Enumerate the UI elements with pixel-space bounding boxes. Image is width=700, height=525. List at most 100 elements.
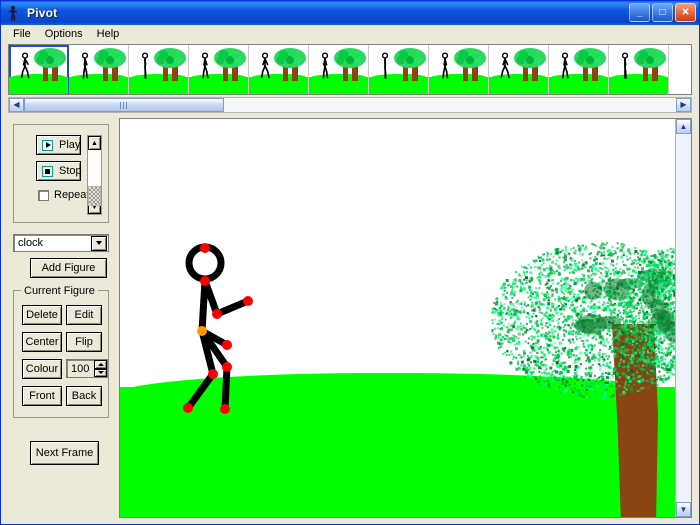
repeat-label: Repeat: [54, 189, 90, 201]
limb-neck-to-hip: [198, 277, 209, 335]
thumb-tree-foliage: [274, 48, 306, 68]
colour-stepper-up[interactable]: [94, 360, 107, 369]
frame-filmstrip[interactable]: [8, 44, 692, 95]
thumb-stick-figure: [141, 52, 149, 79]
thumb-stick-figure: [20, 52, 30, 79]
filmstrip-frame[interactable]: [189, 45, 249, 94]
title-bar: Pivot _ □ ✕: [1, 1, 699, 25]
filmstrip-hscrollbar[interactable]: ◀ ▶: [8, 97, 692, 113]
menu-bar: File Options Help: [2, 25, 698, 43]
filmstrip-frame[interactable]: [549, 45, 609, 94]
next-frame-button[interactable]: Next Frame: [30, 441, 99, 465]
joint-elbow[interactable]: [212, 309, 222, 319]
repeat-checkbox[interactable]: Repeat: [38, 189, 89, 201]
speed-thumb[interactable]: [88, 186, 101, 206]
colour-stepper-arrows[interactable]: [94, 360, 107, 377]
thumb-stick-figure: [260, 52, 270, 79]
filmstrip-frame[interactable]: [489, 45, 549, 94]
joint-head-top[interactable]: [200, 243, 210, 253]
current-figure-group: Current Figure Delete Edit Center Flip C…: [13, 285, 109, 418]
thumb-stick-figure: [381, 52, 389, 79]
close-button[interactable]: ✕: [675, 3, 696, 22]
speed-up-button[interactable]: ▲: [88, 136, 101, 150]
filmstrip-frame[interactable]: [429, 45, 489, 94]
joint-hand-back[interactable]: [222, 340, 232, 350]
stop-icon: [42, 165, 53, 177]
filmstrip-frame[interactable]: [129, 45, 189, 94]
stop-button[interactable]: Stop: [36, 161, 82, 181]
filmstrip-scroll-track[interactable]: [24, 98, 676, 112]
joint-knee-front[interactable]: [222, 362, 232, 372]
canvas-scroll-down-button[interactable]: ▼: [676, 502, 691, 517]
pivot-window: Pivot _ □ ✕ File Options Help ◀ ▶ Play S…: [0, 0, 700, 525]
left-control-panel: Play Stop Repeat ▲ ▼ clock Add Figure Cu…: [8, 118, 111, 518]
thumb-tree-foliage: [154, 48, 186, 68]
chevron-down-icon[interactable]: [91, 235, 107, 251]
colour-button[interactable]: Colour: [22, 359, 62, 379]
thumb-tree-foliage: [574, 48, 606, 68]
joint-foot-front[interactable]: [220, 404, 230, 414]
joint-neck[interactable]: [200, 276, 210, 286]
filmstrip-scroll-right-button[interactable]: ▶: [676, 98, 691, 112]
minimize-button[interactable]: _: [629, 3, 650, 22]
front-button[interactable]: Front: [22, 386, 62, 406]
filmstrip-scroll-left-button[interactable]: ◀: [9, 98, 24, 112]
window-title: Pivot: [27, 6, 58, 20]
speed-track[interactable]: [88, 150, 101, 206]
figure-select-value: clock: [18, 237, 44, 249]
play-label: Play: [59, 139, 81, 151]
stick-figure[interactable]: [120, 119, 676, 517]
play-button[interactable]: Play: [36, 135, 81, 155]
thumb-tree-foliage: [394, 48, 426, 68]
filmstrip-scroll-thumb[interactable]: [24, 98, 224, 112]
flip-button[interactable]: Flip: [66, 332, 102, 352]
filmstrip-frame[interactable]: [609, 45, 669, 94]
window-controls: _ □ ✕: [629, 3, 696, 22]
delete-button[interactable]: Delete: [22, 305, 62, 325]
add-figure-button[interactable]: Add Figure: [30, 258, 107, 278]
thumb-tree-foliage: [214, 48, 246, 68]
menu-help[interactable]: Help: [90, 27, 127, 41]
play-icon: [42, 139, 53, 151]
animation-canvas[interactable]: [120, 119, 676, 517]
back-button[interactable]: Back: [66, 386, 102, 406]
filmstrip-frame[interactable]: [309, 45, 369, 94]
animation-canvas-area: ▲ ▼: [119, 118, 692, 518]
thumb-stick-figure: [441, 52, 449, 79]
thumb-stick-figure: [81, 52, 89, 79]
edit-button[interactable]: Edit: [66, 305, 102, 325]
thumb-tree-foliage: [514, 48, 546, 68]
thumb-stick-figure: [561, 52, 569, 79]
maximize-button[interactable]: □: [652, 3, 673, 22]
canvas-vscrollbar[interactable]: ▲ ▼: [675, 119, 691, 517]
repeat-checkbox-box[interactable]: [38, 189, 49, 201]
filmstrip-frame[interactable]: [69, 45, 129, 94]
colour-stepper-down[interactable]: [94, 368, 107, 377]
thumb-stick-figure: [321, 52, 329, 79]
thumb-tree-foliage: [94, 48, 126, 68]
animation-group: Play Stop Repeat ▲ ▼: [13, 124, 109, 223]
joint-knee-back[interactable]: [208, 369, 218, 379]
thumb-stick-figure: [621, 52, 629, 79]
colour-stepper[interactable]: 100: [66, 359, 108, 378]
menu-options[interactable]: Options: [38, 27, 90, 41]
thumb-tree-foliage: [334, 48, 366, 68]
stickman-icon: [4, 4, 22, 22]
filmstrip-frame[interactable]: [369, 45, 429, 94]
thumb-stick-figure: [201, 52, 209, 79]
animation-speed-scrollbar[interactable]: ▲ ▼: [87, 135, 102, 215]
center-button[interactable]: Center: [22, 332, 62, 352]
thumb-tree-foliage: [34, 48, 66, 68]
canvas-scroll-track[interactable]: [676, 134, 691, 502]
joint-foot-back[interactable]: [183, 403, 193, 413]
menu-file[interactable]: File: [6, 27, 38, 41]
joint-hip[interactable]: [197, 326, 207, 336]
canvas-scroll-up-button[interactable]: ▲: [676, 119, 691, 134]
current-figure-title: Current Figure: [21, 285, 98, 297]
joint-hand-front[interactable]: [243, 296, 253, 306]
thumb-tree-foliage: [634, 48, 666, 68]
colour-value: 100: [71, 362, 90, 375]
filmstrip-frame[interactable]: [249, 45, 309, 94]
figure-select-combo[interactable]: clock: [13, 234, 109, 252]
filmstrip-frame[interactable]: [9, 45, 69, 94]
